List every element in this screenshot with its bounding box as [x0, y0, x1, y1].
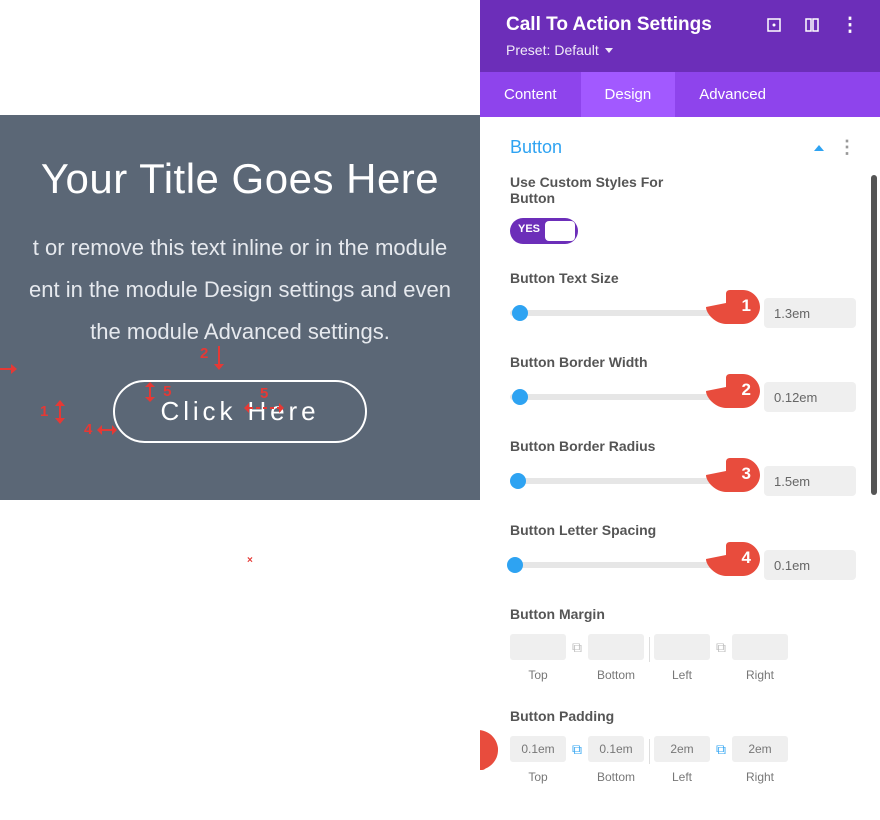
preview-pane: Your Title Goes Here t or remove this te…	[0, 0, 480, 820]
annotation-2: 2	[200, 346, 225, 370]
padding-label: Button Padding	[510, 708, 856, 724]
letter-spacing-label: Button Letter Spacing	[510, 522, 856, 538]
section-kebab-icon[interactable]: ⋮	[838, 137, 856, 158]
preview-hero: Your Title Goes Here t or remove this te…	[0, 115, 480, 500]
link-icon[interactable]: ⧉	[570, 639, 584, 656]
border-radius-label: Button Border Radius	[510, 438, 856, 454]
link-icon-active[interactable]: ⧉	[714, 741, 728, 758]
tab-content[interactable]: Content	[480, 72, 581, 117]
callout-3: 3	[706, 458, 760, 492]
link-icon-active[interactable]: ⧉	[570, 741, 584, 758]
section-button-title[interactable]: Button	[510, 137, 562, 158]
letter-spacing-input[interactable]	[764, 550, 856, 580]
tabs: Content Design Advanced	[480, 72, 880, 117]
preview-body: t or remove this text inline or in the m…	[0, 227, 480, 352]
tab-advanced[interactable]: Advanced	[675, 72, 790, 117]
margin-label: Button Margin	[510, 606, 856, 622]
expand-icon[interactable]	[766, 17, 782, 33]
border-width-slider[interactable]	[510, 394, 754, 400]
margin-bottom-input[interactable]	[588, 634, 644, 660]
text-size-label: Button Text Size	[510, 270, 856, 286]
settings-panel: Call To Action Settings ⋮ Preset: Defaul…	[480, 0, 880, 820]
text-size-input[interactable]	[764, 298, 856, 328]
callout-4: 4	[706, 542, 760, 576]
border-radius-slider[interactable]	[510, 478, 754, 484]
kebab-icon[interactable]: ⋮	[842, 17, 858, 33]
border-width-label: Button Border Width	[510, 354, 856, 370]
caret-down-icon	[605, 48, 613, 53]
padding-right-input[interactable]	[732, 736, 788, 762]
panel-title: Call To Action Settings	[506, 14, 712, 36]
panel-body: Button ⋮ Use Custom Styles For Button YE…	[480, 117, 880, 820]
padding-left-input[interactable]	[654, 736, 710, 762]
scrollbar[interactable]	[871, 175, 877, 495]
anchor-mark: ×	[247, 555, 253, 566]
border-width-input[interactable]	[764, 382, 856, 412]
annotation-1: 1	[40, 400, 67, 424]
link-icon[interactable]: ⧉	[714, 639, 728, 656]
custom-styles-toggle[interactable]: YES	[510, 218, 578, 244]
margin-right-input[interactable]	[732, 634, 788, 660]
chevron-up-icon[interactable]	[814, 145, 824, 151]
preset-dropdown[interactable]: Preset: Default	[506, 42, 613, 58]
border-radius-input[interactable]	[764, 466, 856, 496]
padding-bottom-input[interactable]	[588, 736, 644, 762]
columns-icon[interactable]	[804, 17, 820, 33]
custom-styles-label: Use Custom Styles For Button	[510, 174, 690, 206]
annotation-5a: 5	[143, 382, 172, 402]
annotation-4: 4	[84, 422, 117, 437]
text-size-slider[interactable]	[510, 310, 754, 316]
margin-top-input[interactable]	[510, 634, 566, 660]
panel-header: Call To Action Settings ⋮ Preset: Defaul…	[480, 0, 880, 72]
tab-design[interactable]: Design	[581, 72, 676, 117]
annotation-5b: 5	[244, 400, 284, 415]
callout-1: 1	[706, 290, 760, 324]
margin-left-input[interactable]	[654, 634, 710, 660]
callout-5: 5	[480, 730, 498, 770]
letter-spacing-slider[interactable]	[510, 562, 754, 568]
padding-top-input[interactable]	[510, 736, 566, 762]
annotation-3: 3	[0, 362, 17, 379]
preview-title: Your Title Goes Here	[0, 155, 480, 203]
callout-2: 2	[706, 374, 760, 408]
